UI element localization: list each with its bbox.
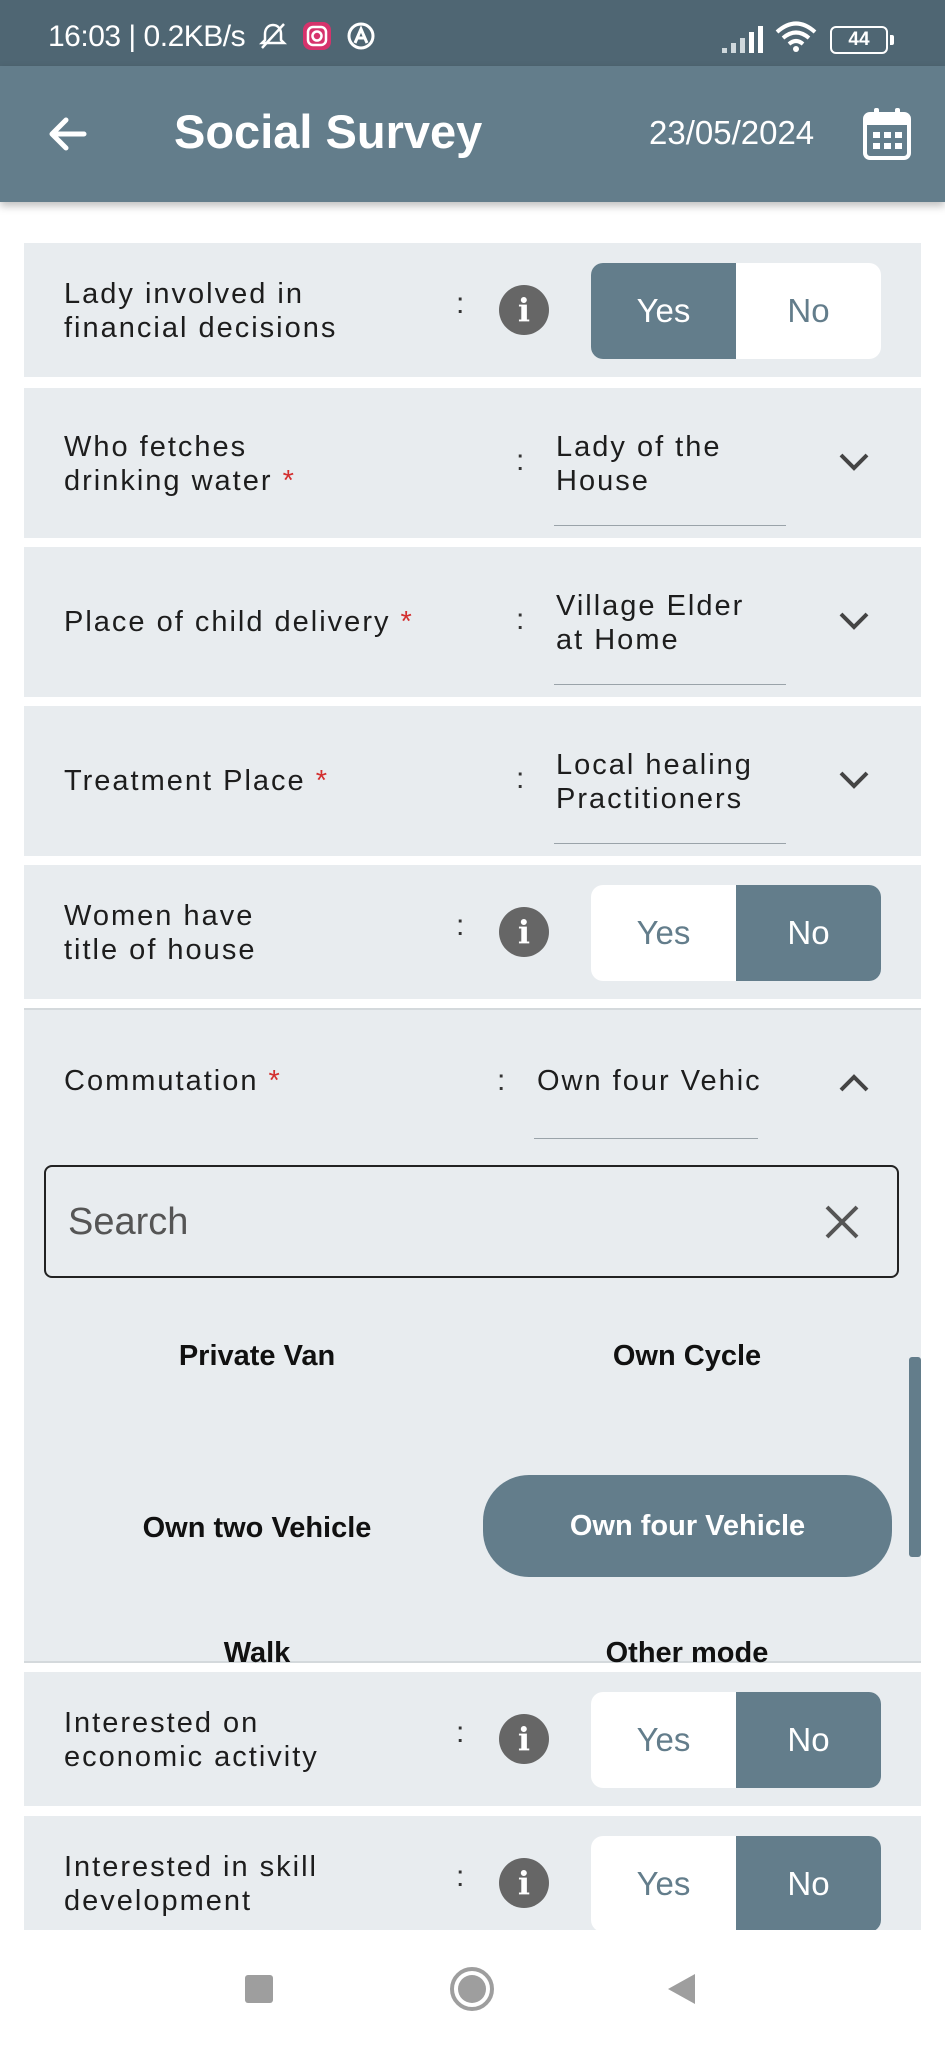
app-a-icon [347, 22, 375, 50]
instagram-icon [303, 22, 331, 50]
field-colon: : [516, 444, 525, 477]
dropdown-value[interactable]: Village Elder at Home [556, 589, 744, 657]
field-label: Women have title of house [64, 900, 257, 966]
dropdown-underline [554, 684, 786, 685]
field-colon: : [456, 909, 465, 942]
field-colon: : [456, 1860, 465, 1893]
page-title: Social Survey [174, 105, 483, 158]
toggle-no[interactable]: No [736, 263, 881, 359]
field-label: Who fetches drinking water * [64, 431, 296, 497]
field-skill-development: Interested in skill development : i Yes … [24, 1816, 921, 1930]
calendar-icon[interactable] [862, 106, 912, 162]
field-colon: : [516, 762, 525, 795]
dropdown-value[interactable]: Local healing Practitioners [556, 748, 753, 816]
dropdown-search-input[interactable]: Search [44, 1165, 899, 1278]
chevron-down-icon[interactable] [837, 769, 871, 791]
app-bar: Social Survey 23/05/2024 [0, 66, 945, 202]
field-label: Place of child delivery * [64, 606, 414, 638]
recents-button-icon[interactable] [244, 1974, 274, 2004]
chevron-down-icon[interactable] [837, 451, 871, 473]
field-economic-activity: Interested on economic activity : i Yes … [24, 1672, 921, 1806]
clear-icon[interactable] [823, 1203, 861, 1241]
toggle-no[interactable]: No [736, 1836, 881, 1930]
field-colon: : [456, 287, 465, 320]
option-private-van[interactable]: Private Van [47, 1340, 467, 1373]
signal-icon [722, 26, 763, 53]
dropdown-value[interactable]: Own four Vehic [537, 1064, 785, 1098]
field-drinking-water: Who fetches drinking water * : Lady of t… [24, 388, 921, 538]
chevron-up-icon[interactable] [837, 1072, 871, 1094]
yes-no-toggle[interactable]: Yes No [591, 1836, 881, 1930]
field-label: Lady involved in financial decisions [64, 278, 338, 344]
option-walk[interactable]: Walk [47, 1637, 467, 1670]
status-bar: 16:03 | 0.2KB/s 44 [0, 0, 945, 66]
option-own-cycle[interactable]: Own Cycle [477, 1340, 897, 1373]
info-icon[interactable]: i [499, 1714, 549, 1764]
field-child-delivery: Place of child delivery * : Village Elde… [24, 547, 921, 697]
home-button-icon[interactable] [449, 1966, 495, 2012]
field-label: Treatment Place * [64, 765, 330, 797]
field-title-of-house: Women have title of house : i Yes No [24, 865, 921, 999]
back-arrow-icon[interactable] [44, 110, 92, 158]
toggle-yes[interactable]: Yes [591, 1692, 736, 1788]
toggle-yes[interactable]: Yes [591, 885, 736, 981]
toggle-no[interactable]: No [736, 1692, 881, 1788]
option-other-mode[interactable]: Other mode [477, 1637, 897, 1670]
field-label: Interested on economic activity [64, 1707, 319, 1773]
mute-bell-icon [258, 23, 288, 49]
search-placeholder: Search [68, 1201, 189, 1243]
field-colon: : [497, 1064, 506, 1097]
info-icon[interactable]: i [499, 907, 549, 957]
field-label: Interested in skill development [64, 1851, 318, 1917]
toggle-yes[interactable]: Yes [591, 1836, 736, 1930]
wifi-icon [775, 21, 817, 52]
dropdown-underline [534, 1138, 758, 1139]
dropdown-underline [554, 843, 786, 844]
dropdown-underline [554, 525, 786, 526]
survey-form[interactable]: Lady involved in financial decisions : i… [0, 202, 945, 1930]
option-own-two-vehicle[interactable]: Own two Vehicle [47, 1512, 467, 1545]
toggle-yes[interactable]: Yes [591, 263, 736, 359]
field-colon: : [516, 603, 525, 636]
system-nav-bar [0, 1930, 945, 2048]
survey-date: 23/05/2024 [649, 114, 815, 151]
yes-no-toggle[interactable]: Yes No [591, 885, 881, 981]
back-button-icon[interactable] [665, 1972, 699, 2006]
yes-no-toggle[interactable]: Yes No [591, 1692, 881, 1788]
status-time: 16:03 | 0.2KB/s [48, 20, 246, 53]
info-icon[interactable]: i [499, 285, 549, 335]
chevron-down-icon[interactable] [837, 610, 871, 632]
dropdown-value[interactable]: Lady of the House [556, 430, 722, 498]
field-financial-decisions: Lady involved in financial decisions : i… [24, 243, 921, 377]
field-label: Commutation * [64, 1065, 282, 1097]
dropdown-scrollbar[interactable] [909, 1357, 921, 1557]
field-colon: : [456, 1716, 465, 1749]
toggle-no[interactable]: No [736, 885, 881, 981]
field-treatment-place: Treatment Place * : Local healing Practi… [24, 706, 921, 856]
battery-icon: 44 [830, 26, 894, 54]
yes-no-toggle[interactable]: Yes No [591, 263, 881, 359]
info-icon[interactable]: i [499, 1858, 549, 1908]
option-own-four-vehicle[interactable]: Own four Vehicle [483, 1475, 892, 1577]
